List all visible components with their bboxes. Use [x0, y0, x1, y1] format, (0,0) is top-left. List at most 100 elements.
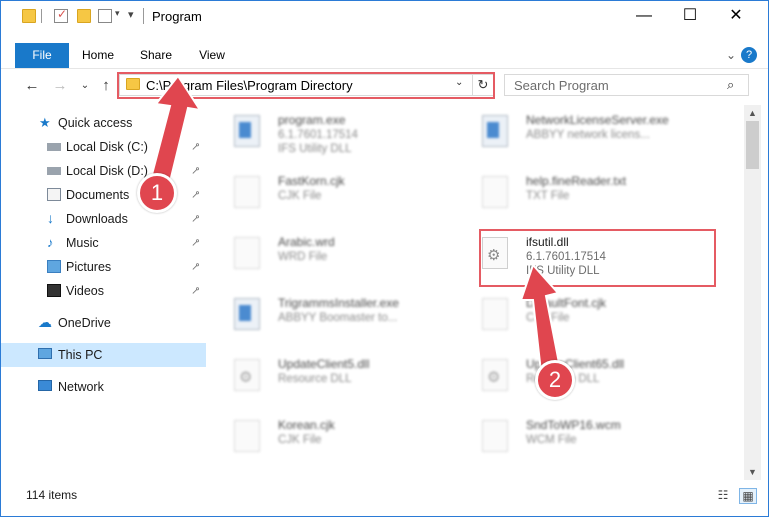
file-item[interactable]: FastKorn.cjk CJK File — [216, 166, 451, 220]
tab-home[interactable]: Home — [77, 43, 119, 68]
title-bar: ✓ ▾ ▾ Program — ☐ ✕ — [1, 1, 768, 31]
document-icon — [482, 420, 508, 452]
file-item[interactable]: help.fineReader.txt TXT File — [464, 166, 699, 220]
pin-icon[interactable]: ⊸ — [188, 211, 203, 226]
file-detail: ABBYY Boomaster to... — [278, 312, 398, 324]
documents-icon — [47, 188, 61, 201]
file-name: SndToWP16.wcm — [526, 418, 621, 432]
recent-locations-button[interactable]: ⌄ — [75, 76, 95, 96]
file-highlight — [479, 229, 716, 287]
chevron-down-icon[interactable]: ⌄ — [721, 45, 741, 65]
pin-icon[interactable]: ⊸ — [188, 139, 203, 154]
large-icons-view-icon[interactable]: ▦ — [739, 488, 757, 504]
file-detail: ABBYY network licens... — [526, 129, 650, 141]
sidebar-item-videos[interactable]: Videos ⊸ — [1, 279, 206, 303]
file-item[interactable]: Arabic.wrd WRD File — [216, 227, 451, 281]
help-icon[interactable]: ? — [741, 47, 757, 63]
vertical-scrollbar[interactable]: ▲ ▼ — [744, 105, 761, 480]
application-icon — [234, 115, 260, 147]
sidebar-item-pictures[interactable]: Pictures ⊸ — [1, 255, 206, 279]
sidebar-item-label: OneDrive — [58, 316, 111, 330]
document-icon — [234, 176, 260, 208]
file-description: IFS Utility DLL — [278, 143, 352, 155]
forward-button[interactable]: → — [50, 76, 70, 96]
scroll-down-button[interactable]: ▼ — [744, 464, 761, 480]
sidebar-item-label: Quick access — [58, 116, 133, 130]
file-item[interactable]: TrigrammsInstaller.exe ABBYY Boomaster to… — [216, 288, 451, 342]
file-detail: TXT File — [526, 190, 570, 202]
tab-share[interactable]: Share — [135, 43, 177, 68]
sidebar-item-onedrive[interactable]: ☁ OneDrive — [1, 311, 206, 335]
ribbon: File Home Share View ⌄ ? — [1, 43, 768, 69]
network-icon — [38, 380, 52, 391]
file-detail: WRD File — [278, 251, 328, 263]
file-detail: CJK File — [526, 312, 570, 324]
star-icon: ★ — [39, 115, 51, 130]
search-icon[interactable]: ⌕ — [727, 77, 734, 93]
file-detail: Resource DLL — [278, 373, 352, 385]
sidebar-item-label: Pictures — [66, 260, 112, 274]
tab-view[interactable]: View — [193, 43, 231, 68]
maximize-button[interactable]: ☐ — [667, 1, 713, 31]
sidebar-item-label: This PC — [58, 348, 103, 362]
new-folder-icon[interactable] — [77, 9, 91, 23]
close-button[interactable]: ✕ — [713, 1, 759, 31]
file-item[interactable]: NetworkLicenseServer.exe ABBYY network li… — [464, 105, 699, 159]
sidebar-item-label: Network — [58, 380, 104, 394]
application-icon — [234, 298, 260, 330]
divider — [143, 8, 144, 24]
sidebar-item-music[interactable]: ♪ Music ⊸ — [1, 231, 206, 255]
file-detail: 6.1.7601.17514 — [278, 129, 358, 141]
sidebar-item-label: Local Disk (D:) — [66, 164, 148, 178]
sidebar-item-downloads[interactable]: ↓ Downloads ⊸ — [1, 207, 206, 231]
file-name: program.exe — [278, 113, 346, 127]
file-item[interactable]: UpdateClient5.dll Resource DLL — [216, 349, 451, 403]
file-name: UpdateClient5.dll — [278, 357, 370, 371]
scroll-thumb[interactable] — [746, 121, 759, 169]
scroll-up-button[interactable]: ▲ — [744, 105, 761, 121]
sidebar-item-local-disk-d[interactable]: Local Disk (D:) ⊸ — [1, 159, 206, 183]
chevron-down-icon[interactable]: ▾ — [115, 8, 120, 19]
cloud-icon: ☁ — [38, 314, 52, 330]
search-placeholder: Search Program — [514, 78, 609, 93]
dll-file-icon — [482, 359, 508, 391]
pin-icon[interactable]: ⊸ — [188, 259, 203, 274]
details-view-icon[interactable]: ☷ — [715, 488, 731, 502]
properties-icon[interactable]: ✓ — [54, 7, 68, 23]
sidebar-item-local-disk-c[interactable]: Local Disk (C:) ⊸ — [1, 135, 206, 159]
customize-icon[interactable] — [98, 9, 112, 23]
file-name: NetworkLicenseServer.exe — [526, 113, 669, 127]
tab-file[interactable]: File — [15, 43, 69, 68]
pin-icon[interactable]: ⊸ — [188, 187, 203, 202]
file-item[interactable]: program.exe 6.1.7601.17514 IFS Utility DLL — [216, 105, 451, 159]
step-2-badge: 2 — [535, 360, 575, 400]
drive-icon — [47, 143, 61, 151]
document-icon — [234, 420, 260, 452]
sidebar-item-this-pc[interactable]: This PC — [1, 343, 206, 367]
up-button[interactable]: ↑ — [96, 76, 116, 96]
address-highlight — [117, 72, 495, 99]
file-item[interactable]: Korean.cjk CJK File — [216, 410, 451, 464]
file-name: Korean.cjk — [278, 418, 335, 432]
pin-icon[interactable]: ⊸ — [188, 283, 203, 298]
pictures-icon — [47, 260, 61, 273]
pin-icon[interactable]: ⊸ — [188, 235, 203, 250]
search-input[interactable]: Search Program ⌕ — [504, 74, 749, 96]
file-item[interactable]: SndToWP16.wcm WCM File — [464, 410, 699, 464]
minimize-button[interactable]: — — [621, 1, 667, 31]
pin-icon[interactable]: ⊸ — [188, 163, 203, 178]
videos-icon — [47, 284, 61, 297]
file-item[interactable]: UpdateClient65.dllResource DLL — [464, 349, 699, 403]
sidebar-item-label: Videos — [66, 284, 104, 298]
file-item[interactable]: DefaultFont.cjk CJK File — [464, 288, 699, 342]
navigation-bar: ← → ⌄ ↑ C:\Program Files\Program Directo… — [1, 71, 768, 101]
sidebar-item-network[interactable]: Network — [1, 375, 206, 399]
sidebar-item-quick-access[interactable]: ★ Quick access — [1, 111, 206, 135]
file-name: TrigrammsInstaller.exe — [278, 296, 399, 310]
sidebar-item-label: Downloads — [66, 212, 128, 226]
back-button[interactable]: ← — [22, 76, 42, 96]
dropdown-arrow-icon[interactable]: ▾ — [128, 8, 134, 21]
navigation-pane: ★ Quick access Local Disk (C:) ⊸ Local Disk … — [1, 105, 211, 470]
file-detail: WCM File — [526, 434, 577, 446]
explorer-window: ✓ ▾ ▾ Program — ☐ ✕ File Home Share View… — [0, 0, 769, 517]
